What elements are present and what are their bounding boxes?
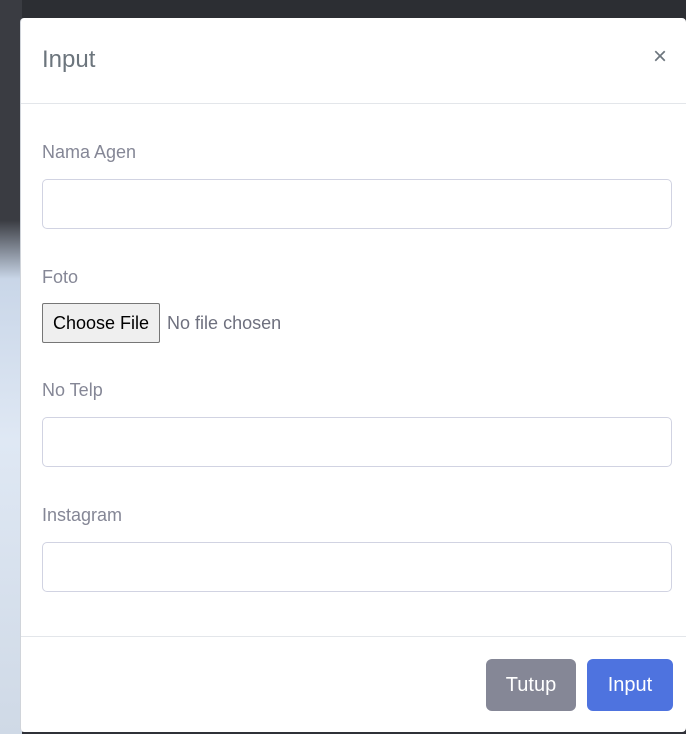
no-telp-input[interactable] xyxy=(42,417,672,467)
instagram-label: Instagram xyxy=(42,505,123,525)
input-modal: Input × Nama Agen Foto Choose File No fi… xyxy=(20,18,686,732)
nama-agen-label: Nama Agen xyxy=(42,142,137,162)
foto-label: Foto xyxy=(42,267,79,287)
modal-footer: Tutup Input xyxy=(21,637,686,733)
page-backdrop-top xyxy=(0,0,686,20)
modal-title: Input xyxy=(42,46,96,73)
modal-body: Nama Agen Foto Choose File No file chose… xyxy=(21,104,686,637)
page-backdrop-left xyxy=(0,0,22,734)
close-icon[interactable]: × xyxy=(648,44,672,70)
foto-file-input: Choose File No file chosen xyxy=(42,303,281,343)
nama-agen-input[interactable] xyxy=(42,179,672,229)
instagram-input[interactable] xyxy=(42,542,672,592)
choose-file-button[interactable]: Choose File xyxy=(42,303,161,343)
modal-header: Input × xyxy=(21,18,686,104)
tutup-button[interactable]: Tutup xyxy=(486,659,576,711)
no-telp-label: No Telp xyxy=(42,380,103,400)
input-submit-button[interactable]: Input xyxy=(587,659,673,711)
file-status: No file chosen xyxy=(167,312,282,333)
